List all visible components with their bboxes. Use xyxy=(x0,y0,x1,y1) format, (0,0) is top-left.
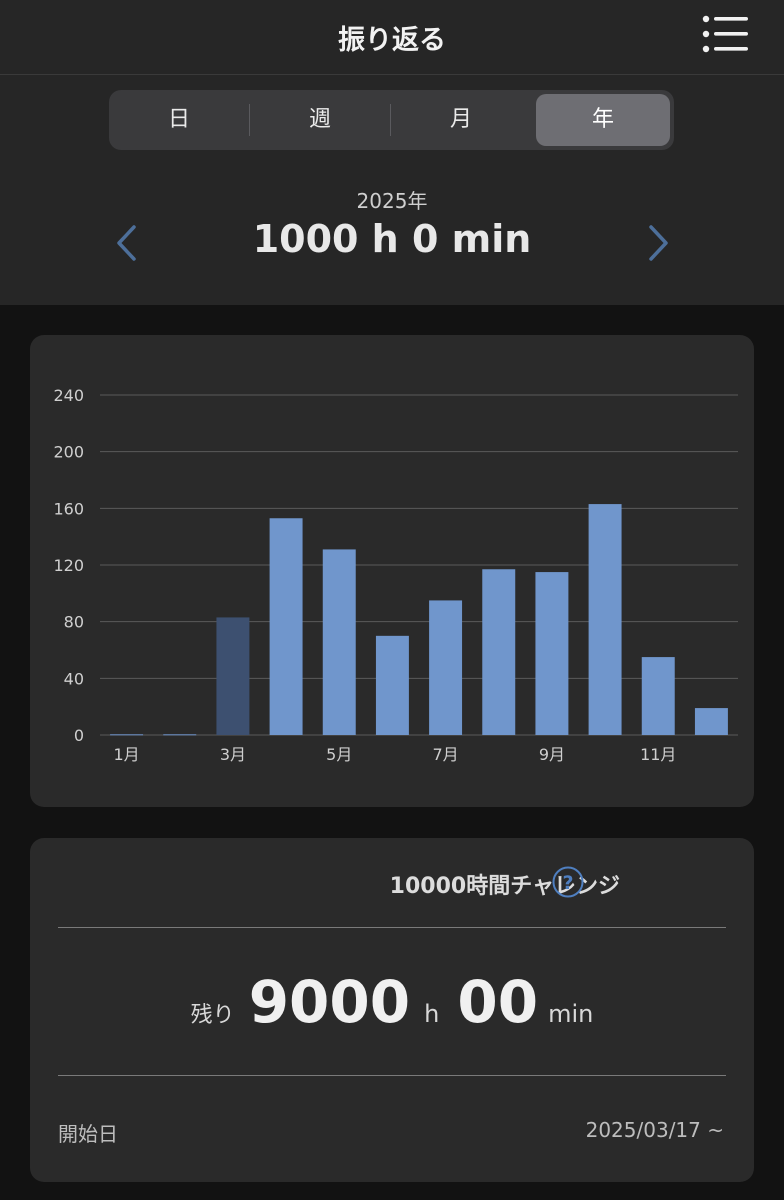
yearly-bar-chart: 0 40 80 120 160 200 240 1月 3月 5月 7月 9月 11月 xyxy=(53,386,738,764)
remaining-minutes: 00 xyxy=(457,968,539,1036)
x-tick-label: 5月 xyxy=(326,745,352,764)
start-date-value: 2025/03/17 ~ xyxy=(585,1118,724,1142)
tab-week[interactable]: 週 xyxy=(250,90,390,150)
bar xyxy=(482,569,516,735)
bar xyxy=(216,617,250,735)
x-tick-label: 11月 xyxy=(640,745,676,764)
bar xyxy=(535,572,569,735)
remaining-hours: 9000 xyxy=(248,968,411,1036)
y-tick-label: 0 xyxy=(74,726,84,745)
chevron-right-icon[interactable] xyxy=(645,223,671,263)
remaining-time: 残り 9000 h 00 min xyxy=(30,968,754,1036)
remaining-label: 残り xyxy=(190,1003,235,1028)
y-tick-label: 200 xyxy=(53,443,84,462)
yearly-bar-chart-card: 0 40 80 120 160 200 240 1月 3月 5月 7月 9月 11月 xyxy=(30,335,754,807)
bar xyxy=(375,635,409,735)
y-tick-label: 80 xyxy=(64,613,84,632)
list-menu-icon[interactable] xyxy=(702,14,748,54)
start-date-label: 開始日 xyxy=(58,1122,118,1146)
page-title: 振り返る xyxy=(338,25,446,56)
x-tick-label: 1月 xyxy=(113,745,139,764)
app-header: 振り返る xyxy=(0,0,784,75)
challenge-card: 10000時間チャレンジ ? 残り 9000 h 00 min 開始日 2025/03/… xyxy=(30,838,754,1182)
minutes-unit: min xyxy=(548,1000,594,1028)
period-label: 2025年 xyxy=(356,189,428,213)
period-segmented-control: 日 週 月 年 xyxy=(109,90,674,150)
question-circle-icon[interactable]: ? xyxy=(552,866,584,898)
tab-day[interactable]: 日 xyxy=(109,90,249,150)
bar xyxy=(641,657,675,735)
tab-month[interactable]: 月 xyxy=(391,90,531,150)
bar xyxy=(322,549,356,735)
challenge-title: 10000時間チャレンジ xyxy=(389,874,620,899)
bar xyxy=(429,600,463,735)
svg-text:?: ? xyxy=(562,872,573,894)
bar xyxy=(163,734,197,736)
divider xyxy=(58,1075,726,1076)
hours-unit: h xyxy=(424,1000,440,1028)
x-tick-label: 7月 xyxy=(432,745,458,764)
tab-year[interactable]: 年 xyxy=(536,94,670,146)
period-panel: 日 週 月 年 2025年 1000 h 0 min xyxy=(0,75,784,305)
bar xyxy=(269,518,303,735)
bar xyxy=(694,708,728,735)
y-tick-label: 40 xyxy=(64,669,84,688)
bar xyxy=(588,504,622,735)
y-tick-label: 240 xyxy=(53,386,84,405)
x-tick-label: 9月 xyxy=(539,745,565,764)
bar xyxy=(110,734,144,736)
y-tick-label: 160 xyxy=(53,499,84,518)
x-tick-label: 3月 xyxy=(220,745,246,764)
y-tick-label: 120 xyxy=(53,556,84,575)
divider xyxy=(58,927,726,928)
